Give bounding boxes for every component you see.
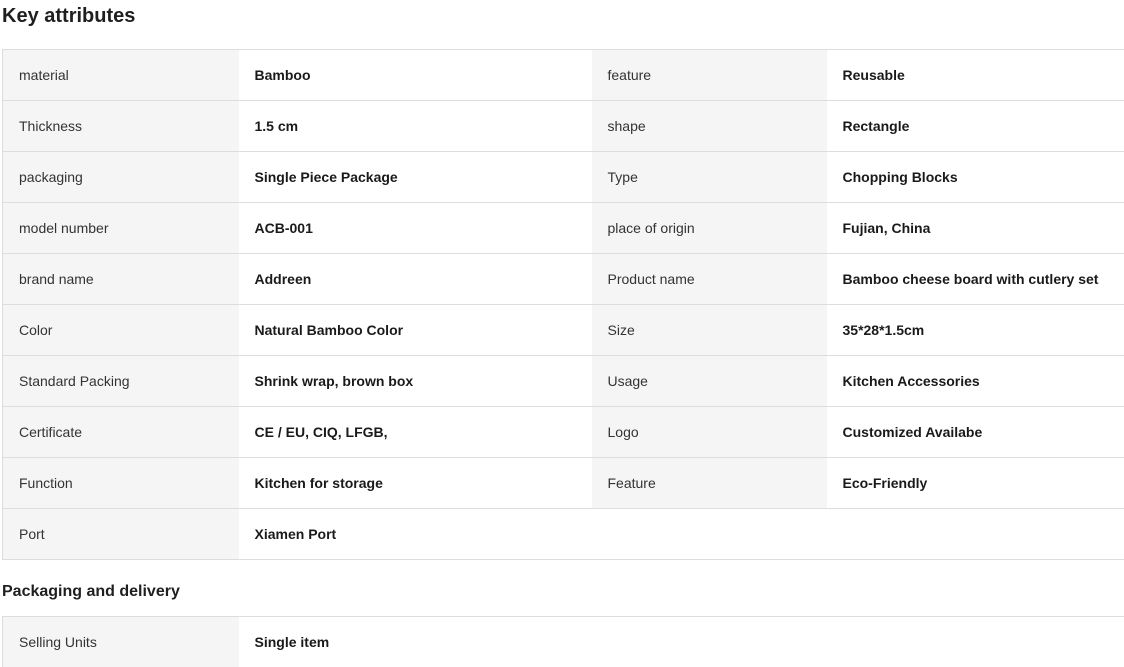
product-attributes-page: Key attributes material Bamboo feature R… [0,0,1124,662]
packaging-delivery-title: Packaging and delivery [2,581,180,603]
attribute-value: Bamboo [239,50,592,101]
packaging-delivery-table: Selling Units Single item [2,616,1124,667]
attribute-value: Chopping Blocks [827,152,1124,203]
attribute-value: ACB-001 [239,203,592,254]
attribute-value: 1.5 cm [239,101,592,152]
key-attributes-table: material Bamboo feature Reusable Thickne… [2,49,1124,560]
attribute-value: Kitchen Accessories [827,356,1124,407]
attribute-label: Color [3,305,239,356]
attribute-label: Logo [592,407,827,458]
attribute-label: Usage [592,356,827,407]
attribute-label: Size [592,305,827,356]
attribute-label: material [3,50,239,101]
attribute-label: packaging [3,152,239,203]
attribute-value: Reusable [827,50,1124,101]
key-attributes-title: Key attributes [2,3,135,29]
attribute-value: Natural Bamboo Color [239,305,592,356]
attribute-value: Addreen [239,254,592,305]
table-row: Selling Units Single item [3,617,1124,667]
attribute-label: Certificate [3,407,239,458]
table-row: packaging Single Piece Package Type Chop… [3,152,1124,203]
attribute-value: 35*28*1.5cm [827,305,1124,356]
attribute-label: shape [592,101,827,152]
attribute-label: Selling Units [3,617,239,667]
attribute-value: Shrink wrap, brown box [239,356,592,407]
attribute-value: Fujian, China [827,203,1124,254]
attribute-label: Feature [592,458,827,509]
empty-cell [592,509,1124,560]
attribute-value: Single Piece Package [239,152,592,203]
attribute-label: Function [3,458,239,509]
table-row: Color Natural Bamboo Color Size 35*28*1.… [3,305,1124,356]
attribute-label: Standard Packing [3,356,239,407]
table-row: model number ACB-001 place of origin Fuj… [3,203,1124,254]
attribute-label: feature [592,50,827,101]
table-row: Standard Packing Shrink wrap, brown box … [3,356,1124,407]
attribute-value: Bamboo cheese board with cutlery set [827,254,1124,305]
attribute-label: place of origin [592,203,827,254]
table-row: Function Kitchen for storage Feature Eco… [3,458,1124,509]
attribute-label: Product name [592,254,827,305]
attribute-value: Single item [239,617,1124,667]
attribute-label: Thickness [3,101,239,152]
attribute-label: Port [3,509,239,560]
table-row: brand name Addreen Product name Bamboo c… [3,254,1124,305]
table-row: Certificate CE / EU, CIQ, LFGB, Logo Cus… [3,407,1124,458]
attribute-label: Type [592,152,827,203]
attribute-label: brand name [3,254,239,305]
attribute-label: model number [3,203,239,254]
attribute-value: Eco-Friendly [827,458,1124,509]
table-row: Port Xiamen Port [3,509,1124,560]
table-row: material Bamboo feature Reusable [3,50,1124,101]
attribute-value: Kitchen for storage [239,458,592,509]
attribute-value: Customized Availabe [827,407,1124,458]
attribute-value: Rectangle [827,101,1124,152]
table-row: Thickness 1.5 cm shape Rectangle [3,101,1124,152]
attribute-value: CE / EU, CIQ, LFGB, [239,407,592,458]
attribute-value: Xiamen Port [239,509,592,560]
